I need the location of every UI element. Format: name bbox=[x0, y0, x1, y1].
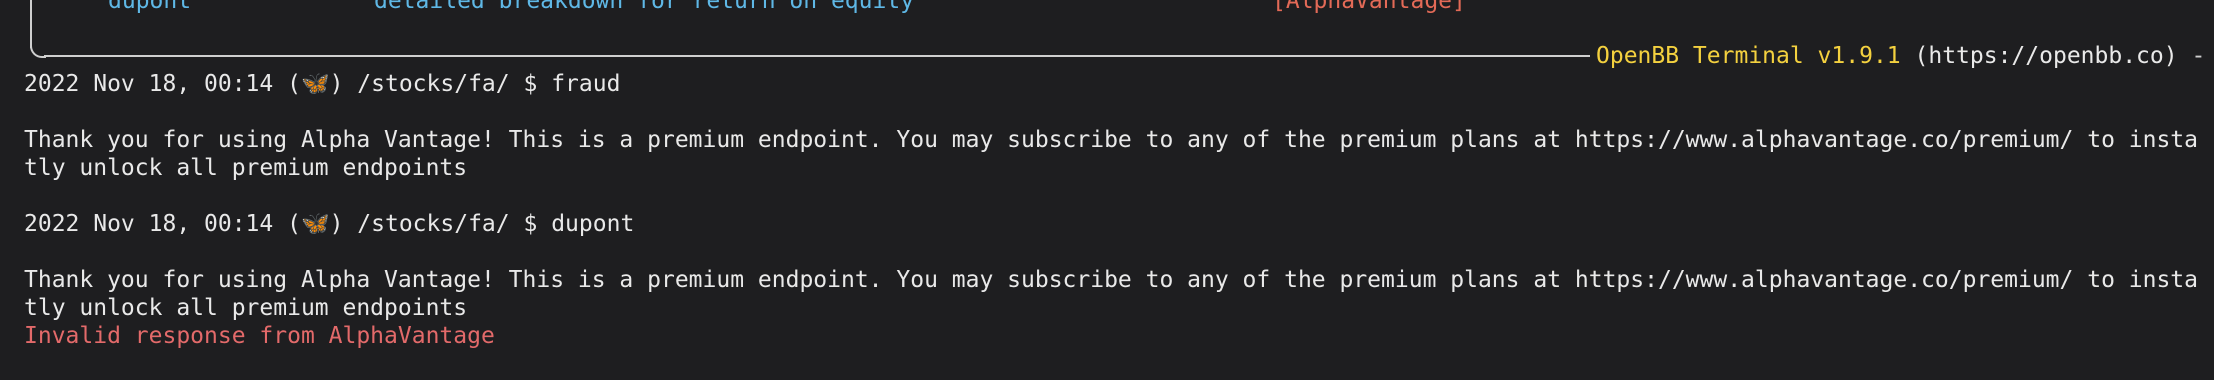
prompt-timestamp: 2022 Nov 18, 00:14 bbox=[24, 71, 274, 97]
prompt-line: 2022 Nov 18, 00:14 (🦋) /stocks/fa/ $ fra… bbox=[24, 71, 621, 97]
menu-description: detailed breakdown for return on equity bbox=[374, 0, 915, 14]
terminal-version: OpenBB Terminal v1.9.1 bbox=[1596, 43, 1901, 69]
prompt-line: 2022 Nov 18, 00:14 (🦋) /stocks/fa/ $ dup… bbox=[24, 211, 635, 237]
butterfly-icon: 🦋 bbox=[300, 211, 330, 237]
error-message: Invalid response from AlphaVantage bbox=[24, 323, 495, 349]
menu-source-tag: [AlphaVantage] bbox=[1272, 0, 1466, 14]
entered-command: dupont bbox=[551, 211, 635, 237]
prompt-path: /stocks/fa/ bbox=[357, 71, 510, 97]
terminal-window[interactable]: dupont detailed breakdown for return on … bbox=[0, 0, 2214, 380]
entered-command: fraud bbox=[551, 71, 621, 97]
butterfly-icon: 🦋 bbox=[300, 71, 330, 97]
prompt-symbol: $ bbox=[523, 71, 538, 97]
openbb-url: (https://openbb.co) bbox=[1914, 43, 2178, 69]
prompt-timestamp: 2022 Nov 18, 00:14 bbox=[24, 211, 274, 237]
menu-command-dupont: dupont bbox=[108, 0, 192, 14]
footer-trail: - bbox=[2177, 43, 2206, 69]
output-line: Thank you for using Alpha Vantage! This … bbox=[24, 267, 2199, 293]
output-line: tly unlock all premium endpoints bbox=[24, 295, 468, 321]
output-line: Thank you for using Alpha Vantage! This … bbox=[24, 127, 2199, 153]
panel-border-bottom bbox=[44, 55, 1590, 57]
prompt-symbol: $ bbox=[523, 211, 538, 237]
output-line: tly unlock all premium endpoints bbox=[24, 155, 468, 181]
panel-footer: OpenBB Terminal v1.9.1 (https://openbb.c… bbox=[1596, 42, 2205, 70]
panel-border-left bbox=[30, 0, 32, 48]
prompt-path: /stocks/fa/ bbox=[357, 211, 510, 237]
